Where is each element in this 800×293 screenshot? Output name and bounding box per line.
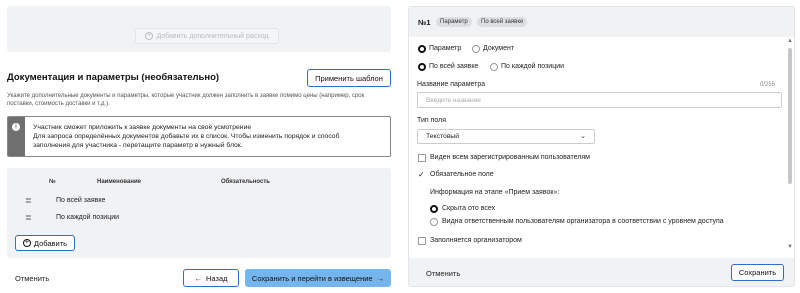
field-type-label: Тип поля [417,117,447,124]
name-field-label: Название параметра [417,81,486,88]
radio-whole-application-label: По всей заявке [429,63,479,70]
radio-visible-organizer[interactable] [430,218,438,226]
scrollbar[interactable]: ▲ ▼ [786,38,794,254]
extra-expense-area: + Добавить дополнительный расход [7,6,391,52]
row-name: По всей заявке [56,197,106,204]
arrow-left-icon: ← [194,273,203,283]
column-header-num: № [49,179,56,185]
documentation-panel: + Добавить дополнительный расход Докумен… [0,0,400,293]
radio-hidden-all[interactable] [430,205,438,213]
parameter-name-input[interactable]: Введите название [417,92,782,108]
section-description: Укажите дополнительные документы и парам… [7,93,365,107]
type-badge: Параметр [436,17,472,27]
left-footer: Отменить ← Назад Сохранить и перейти в и… [0,263,400,293]
column-header-required: Обязательность [221,179,270,185]
table-row[interactable]: ≣ По всей заявке [7,192,391,210]
add-parameter-button[interactable]: + Добавить [15,235,75,251]
info-text: Участник сможет приложить к заявке докум… [33,123,383,150]
radio-each-position-label: По каждой позиции [501,63,565,70]
radio-parameter[interactable] [418,45,426,53]
add-extra-expense-button[interactable]: + Добавить дополнительный расход [135,28,279,44]
back-label: Назад [206,273,228,283]
parameters-table: № Наименование Обязательность ≣ По всей … [7,168,391,258]
parameter-number: №1 [418,18,431,27]
check-icon[interactable]: ✓ [418,170,425,179]
apply-template-button[interactable]: Применить шаблон [307,69,391,87]
add-extra-expense-label: Добавить дополнительный расход [156,32,269,40]
filled-by-org-checkbox[interactable] [418,237,426,245]
scope-badge: По всей заявке [477,17,528,27]
radio-each-position[interactable] [490,63,498,71]
plus-circle-icon: + [22,239,31,247]
back-button[interactable]: ← Назад [183,269,239,287]
info-icon: i [12,123,20,131]
arrow-right-icon: → [376,273,385,283]
info-box: i Участник сможет приложить к заявке док… [7,116,391,157]
radio-parameter-label: Параметр [429,45,462,52]
cancel-button[interactable]: Отменить [15,274,49,283]
filled-by-org-label: Заполняется организатором [430,237,522,244]
editor-header: №1 Параметр По всей заявке [409,7,794,37]
editor-save-button[interactable]: Сохранить [731,264,784,281]
radio-document-label: Документ [483,45,515,52]
parameter-editor-panel: №1 Параметр По всей заявке Параметр Доку… [408,6,795,287]
save-and-next-button[interactable]: Сохранить и перейти в извещение → [245,269,391,287]
drag-handle-icon[interactable]: ≣ [25,196,32,205]
row-name: По каждой позиции [56,214,120,221]
scroll-up-icon[interactable]: ▲ [786,38,794,44]
add-parameter-label: Добавить [33,238,68,248]
radio-document[interactable] [472,45,480,53]
visible-all-label: Виден всем зарегистрированным пользовате… [430,154,590,161]
name-char-counter: 0/255 [760,82,776,88]
chevron-down-icon: ⌄ [580,133,586,140]
editor-cancel-button[interactable]: Отменить [426,269,460,278]
field-type-value: Текстовый [426,133,460,140]
scroll-down-icon[interactable]: ▼ [786,244,794,250]
radio-whole-application[interactable] [418,63,426,71]
required-label: Обязательное поле [430,171,494,178]
drag-handle-icon[interactable]: ≣ [25,213,32,222]
info-line: Участник сможет приложить к заявке докум… [33,124,252,131]
save-next-label: Сохранить и перейти в извещение [251,273,373,283]
editor-footer: Отменить Сохранить [409,258,794,286]
scrollbar-thumb[interactable] [788,48,792,184]
visible-all-checkbox[interactable] [418,154,426,162]
field-type-select[interactable]: Текстовый ⌄ [417,129,595,144]
section-title: Документация и параметры (необязательно) [7,72,220,83]
info-line: заполнения для участника - перетащите па… [33,142,243,149]
info-strip: i [8,117,25,156]
radio-visible-organizer-label: Видна ответственным пользователям органи… [442,218,724,225]
radio-hidden-all-label: Скрыта ото всех [442,205,496,212]
stage-info-label: Информация на этапе «Прием заявок»: [430,189,560,196]
plus-circle-icon: + [145,32,154,40]
info-line: Для запроса определённых документов доба… [33,133,340,140]
table-row[interactable]: ≣ По каждой позиции [7,209,391,227]
column-header-name: Наименование [97,179,142,185]
